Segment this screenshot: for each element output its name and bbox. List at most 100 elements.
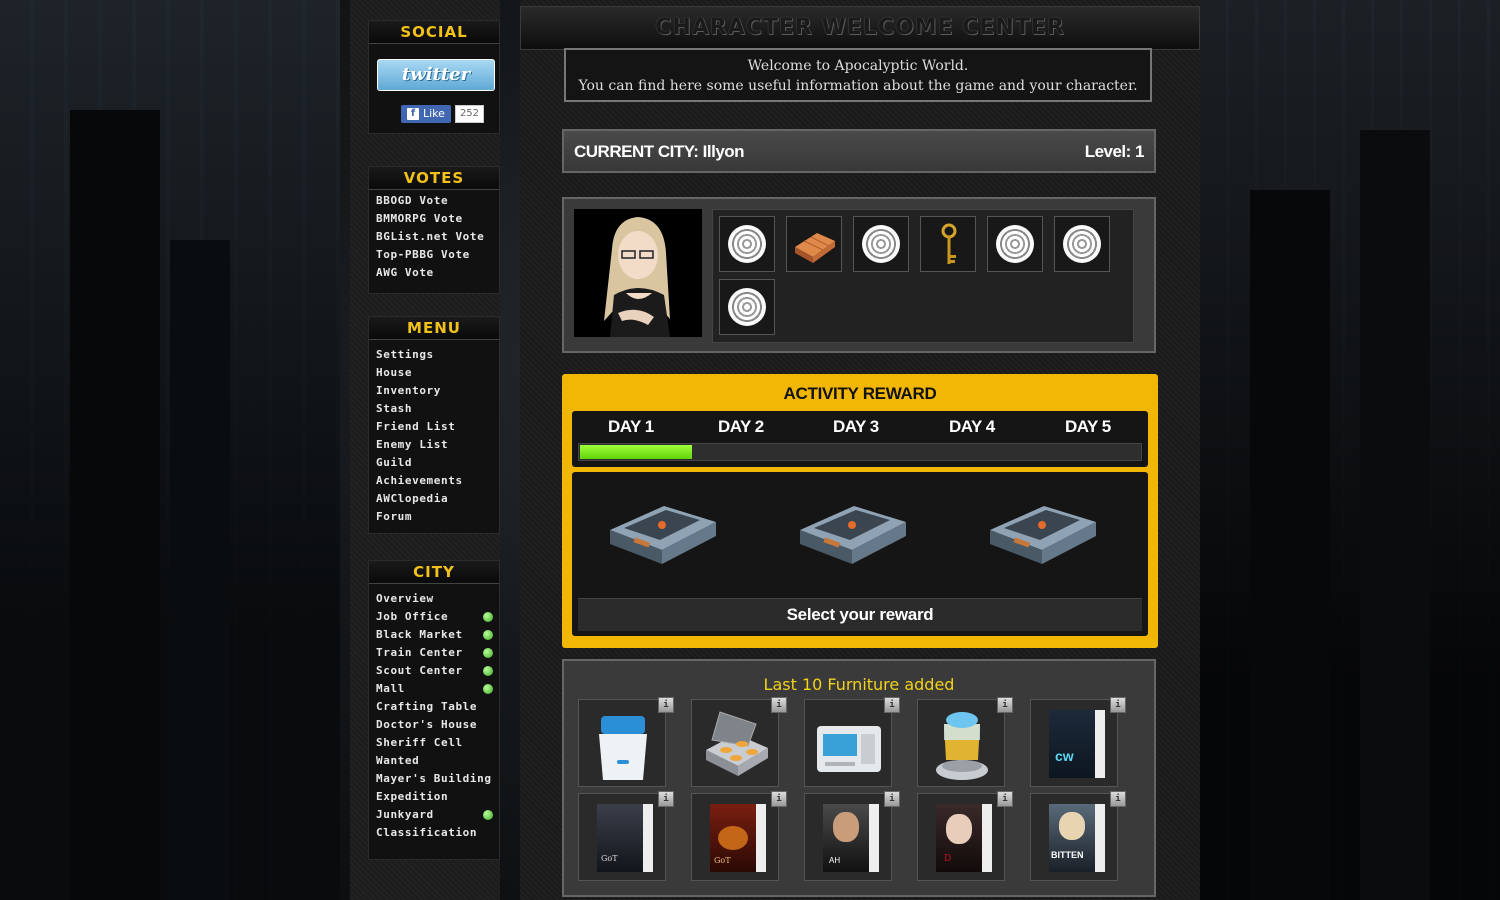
city-item-label: Expedition [376, 790, 449, 803]
furniture-item[interactable]: BITTEN [1030, 793, 1118, 881]
city-item-classification[interactable]: Classification [369, 824, 499, 842]
furniture-item[interactable]: AH [804, 793, 892, 881]
dvd-cover-title: D [944, 854, 952, 864]
furniture-item[interactable]: cw [1030, 699, 1118, 787]
title-bar: CHARACTER WELCOME CENTER [520, 6, 1200, 50]
city-item-expedition[interactable]: Expedition [369, 788, 499, 806]
chest-icon [610, 506, 716, 564]
facebook-like-widget: f Like 252 [401, 105, 485, 123]
city-heading: CITY [369, 561, 499, 584]
furniture-panel: Last 10 Furniture added i i i i cw i GoT… [562, 659, 1156, 897]
furniture-info-button[interactable]: i [658, 697, 674, 713]
twitter-button[interactable]: twitter [377, 59, 495, 91]
vote-link[interactable]: BGList.net Vote [369, 228, 499, 246]
activity-progress-fill [580, 445, 693, 459]
city-item-label: Crafting Table [376, 700, 478, 713]
welcome-line: Welcome to Apocalyptic World. [747, 58, 969, 74]
online-status-icon [483, 666, 493, 676]
city-item-scout-center[interactable]: Scout Center [369, 662, 499, 680]
activity-reward-title: ACTIVITY REWARD [783, 384, 937, 403]
city-item-sheriff-cell[interactable]: Sheriff Cell [369, 734, 499, 752]
inventory-slot[interactable] [853, 216, 909, 272]
city-item-label: Junkyard [376, 808, 434, 821]
city-item-wanted[interactable]: Wanted [369, 752, 499, 770]
menu-item-settings[interactable]: Settings [369, 346, 499, 364]
furniture-item[interactable] [578, 699, 666, 787]
reward-choices: Select your reward [572, 472, 1148, 636]
furniture-item[interactable]: GoT [578, 793, 666, 881]
city-item-junkyard[interactable]: Junkyard [369, 806, 499, 824]
furniture-item[interactable] [691, 699, 779, 787]
city-item-label: Classification [376, 826, 478, 839]
furniture-info-button[interactable]: i [1110, 791, 1126, 807]
welcome-message: Welcome to Apocalyptic World. You can fi… [564, 48, 1152, 102]
city-item-overview[interactable]: Overview [369, 590, 499, 608]
inventory-slot[interactable] [920, 216, 976, 272]
target-icon [728, 225, 766, 263]
menu-heading: MENU [369, 317, 499, 340]
furniture-info-button[interactable]: i [1110, 697, 1126, 713]
menu-item-achievements[interactable]: Achievements [369, 472, 499, 490]
furniture-info-button[interactable]: i [658, 791, 674, 807]
city-item-label: Overview [376, 592, 434, 605]
menu-item-forum[interactable]: Forum [369, 508, 499, 526]
menu-item-inventory[interactable]: Inventory [369, 382, 499, 400]
vote-link[interactable]: BMMORPG Vote [369, 210, 499, 228]
menu-item-friend-list[interactable]: Friend List [369, 418, 499, 436]
level-label: Level: 1 [1084, 142, 1145, 161]
city-item-job-office[interactable]: Job Office [369, 608, 499, 626]
facebook-like-count: 252 [454, 105, 485, 123]
character-portrait[interactable] [574, 209, 702, 337]
inventory-slot[interactable] [987, 216, 1043, 272]
furniture-info-button[interactable]: i [771, 791, 787, 807]
dvd-dracula-icon: D [936, 804, 992, 872]
menu-item-stash[interactable]: Stash [369, 400, 499, 418]
furniture-info-button[interactable]: i [884, 791, 900, 807]
background-left-city [0, 0, 340, 900]
dvd-game-of-thrones-icon: GoT [597, 804, 653, 872]
vote-link[interactable]: Top-PBBG Vote [369, 246, 499, 264]
menu-item-awclopedia[interactable]: AWClopedia [369, 490, 499, 508]
city-item-mayers-building[interactable]: Mayer's Building [369, 770, 499, 788]
furniture-item[interactable] [804, 699, 892, 787]
inventory-slot[interactable] [719, 216, 775, 272]
vote-link[interactable]: AWG Vote [369, 264, 499, 282]
city-item-label: Mayer's Building [376, 772, 492, 785]
furniture-info-button[interactable]: i [997, 791, 1013, 807]
dvd-cover-title: BITTEN [1051, 850, 1084, 860]
furniture-item[interactable]: GoT [691, 793, 779, 881]
day-label: DAY 2 [718, 417, 764, 436]
inventory-slot[interactable] [1054, 216, 1110, 272]
inventory-slot[interactable] [719, 279, 775, 335]
menu-item-house[interactable]: House [369, 364, 499, 382]
city-item-mall[interactable]: Mall [369, 680, 499, 698]
furniture-info-button[interactable]: i [884, 697, 900, 713]
furniture-info-button[interactable]: i [997, 697, 1013, 713]
menu-item-guild[interactable]: Guild [369, 454, 499, 472]
reward-chest-option[interactable] [984, 500, 1100, 570]
reward-chest-option[interactable] [604, 500, 720, 570]
furniture-item[interactable]: D [917, 793, 1005, 881]
inventory-slot[interactable] [786, 216, 842, 272]
city-item-crafting-table[interactable]: Crafting Table [369, 698, 499, 716]
city-item-doctors-house[interactable]: Doctor's House [369, 716, 499, 734]
online-status-icon [483, 630, 493, 640]
menu-item-enemy-list[interactable]: Enemy List [369, 436, 499, 454]
furniture-info-button[interactable]: i [771, 697, 787, 713]
online-status-icon [483, 648, 493, 658]
current-city-label: CURRENT CITY: Illyon [574, 142, 745, 161]
vote-link[interactable]: BBOGD Vote [369, 192, 499, 210]
reward-chest-option[interactable] [794, 500, 910, 570]
online-status-icon [483, 612, 493, 622]
brick-icon [795, 233, 835, 263]
stove-icon [706, 711, 768, 776]
main-panel: CHARACTER WELCOME CENTER Welcome to Apoc… [520, 0, 1200, 900]
character-panel [562, 197, 1156, 353]
city-item-train-center[interactable]: Train Center [369, 644, 499, 662]
target-icon [862, 225, 900, 263]
day-label: DAY 5 [1065, 417, 1111, 436]
facebook-like-button[interactable]: f Like [401, 105, 451, 123]
furniture-item[interactable] [917, 699, 1005, 787]
city-item-label: Train Center [376, 646, 463, 659]
city-item-black-market[interactable]: Black Market [369, 626, 499, 644]
